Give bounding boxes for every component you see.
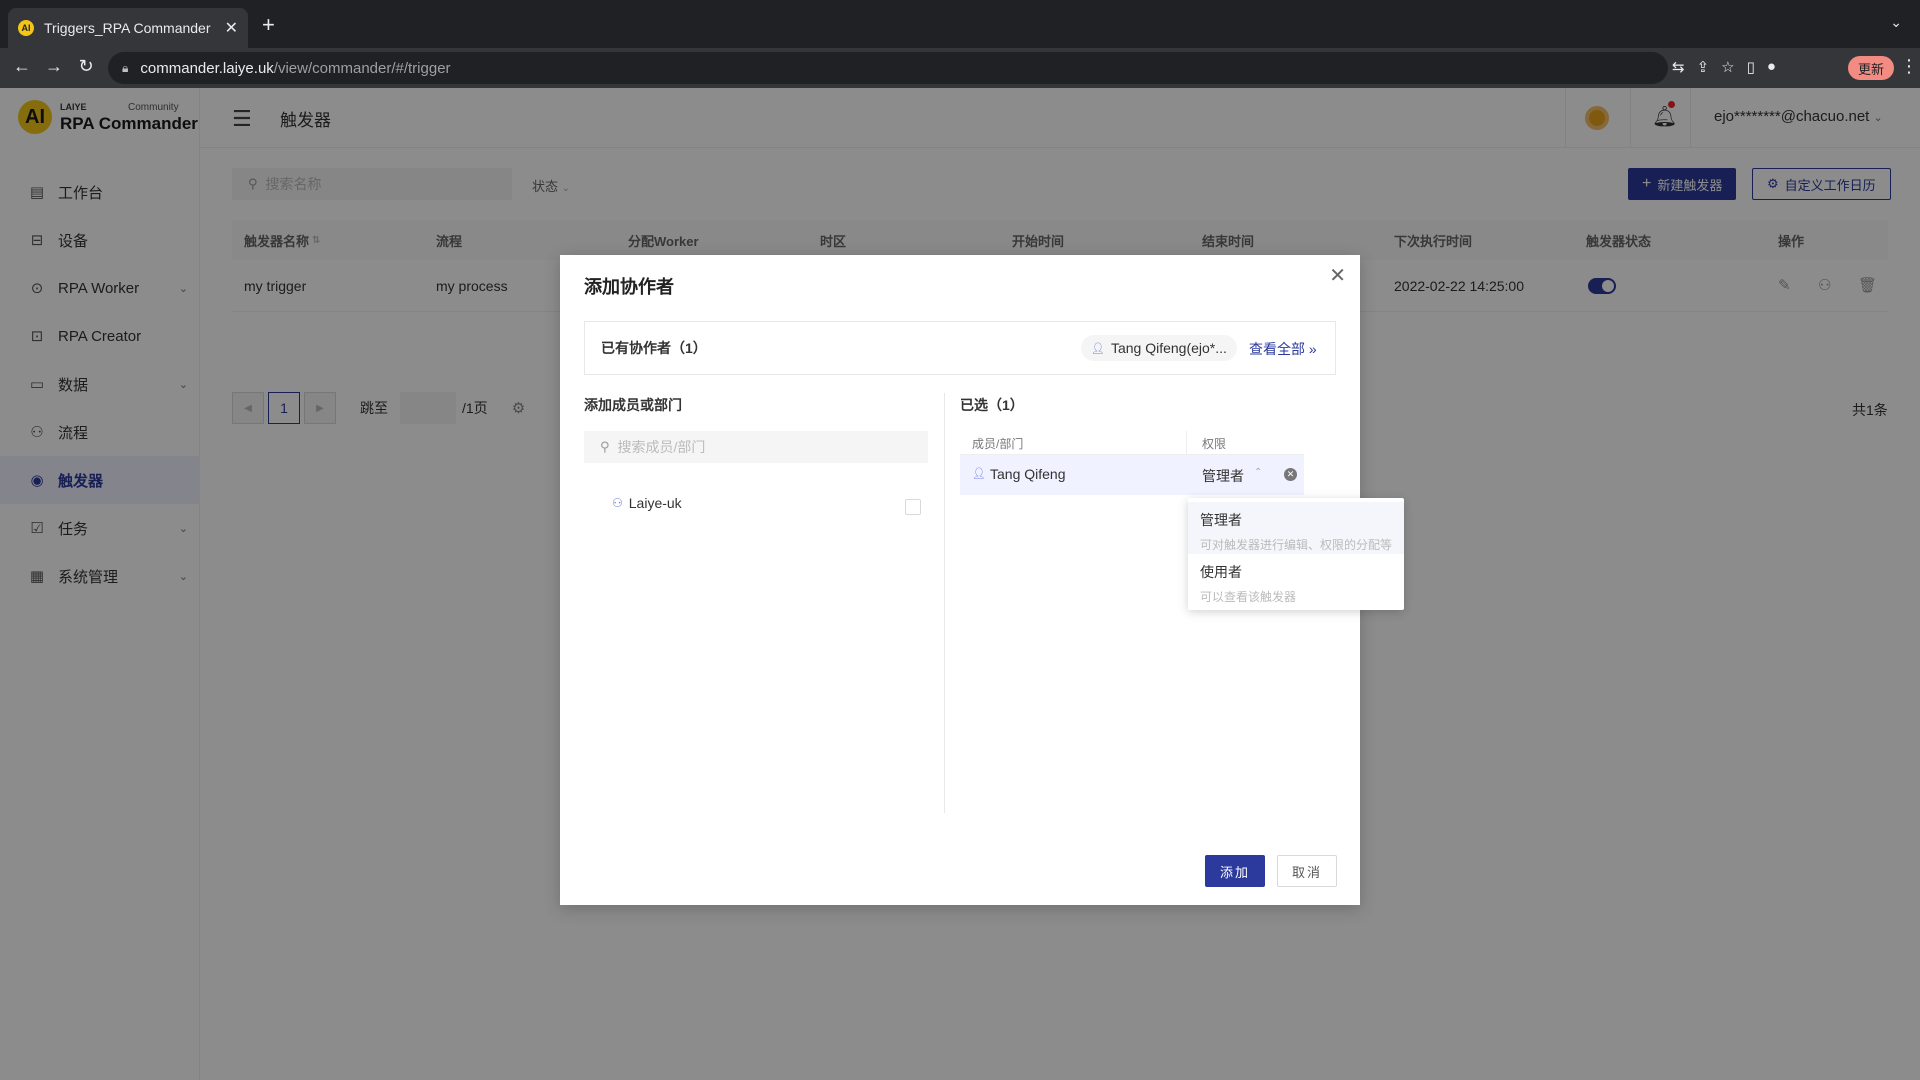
header-divider (1186, 431, 1187, 455)
role-option-admin[interactable]: 管理者 可对触发器进行编辑、权限的分配等 (1188, 502, 1404, 554)
back-icon[interactable]: ← (10, 56, 34, 77)
tab-title: Triggers_RPA Commander (44, 20, 211, 36)
browser-tab[interactable]: AI Triggers_RPA Commander ✕ (8, 8, 248, 48)
remove-member-icon[interactable]: ✕ (1284, 468, 1297, 481)
search-icon: ⚲ (600, 439, 610, 454)
collaborator-chip-label: Tang Qifeng(ejo*... (1110, 340, 1227, 356)
member-search-input[interactable]: ⚲ 搜索成员/部门 (584, 431, 928, 463)
tab-search-chevron-icon[interactable]: ⌄ (1890, 14, 1902, 31)
chevron-up-icon[interactable]: ⌃ (1254, 467, 1262, 478)
forward-icon[interactable]: → (42, 56, 66, 77)
selected-table-header: 成员/部门 权限 (960, 431, 1304, 455)
address-bar: ← → ↻ 🔒︎ commander.laiye.uk/view/command… (0, 48, 1920, 88)
add-button[interactable]: 添加 (1205, 855, 1265, 887)
new-tab-icon[interactable]: + (262, 12, 275, 38)
department-name: Laiye-uk (628, 495, 682, 511)
side-panel-icon[interactable]: ▯ (1747, 58, 1755, 76)
selected-title: 已选（1） (960, 397, 1024, 413)
browser-menu-icon[interactable]: ⋮ (1900, 56, 1918, 77)
selected-member-row: 👤︎ Tang Qifeng 管理者 ⌃ ✕ (960, 455, 1304, 495)
modal-title: 添加协作者 (584, 277, 674, 297)
browser-tabbar: AI Triggers_RPA Commander ✕ + ⌄ (0, 0, 1920, 48)
existing-collaborators: 已有协作者（1） 👤︎ Tang Qifeng(ejo*... 查看全部 » (584, 321, 1336, 375)
add-member-title: 添加成员或部门 (584, 397, 682, 413)
bookmark-star-icon[interactable]: ☆ (1721, 58, 1734, 76)
department-item[interactable]: ⚇ Laiye-uk (612, 495, 682, 511)
translate-icon[interactable]: ⇆ (1672, 58, 1685, 76)
existing-label: 已有协作者（1） (601, 340, 707, 356)
selected-member-name: Tang Qifeng (990, 466, 1066, 482)
share-icon[interactable]: ⇪ (1697, 58, 1710, 76)
member-search-placeholder: 搜索成员/部门 (617, 439, 706, 455)
view-all-link[interactable]: 查看全部 » (1249, 339, 1317, 359)
person-icon: 👤︎ (972, 468, 986, 480)
role-option-desc: 可对触发器进行编辑、权限的分配等 (1200, 538, 1393, 552)
role-option-label: 管理者 (1200, 512, 1242, 528)
person-icon: 👤︎ (1091, 342, 1105, 355)
department-checkbox[interactable] (905, 499, 921, 515)
role-option-user[interactable]: 使用者 可以查看该触发器 (1188, 554, 1404, 606)
lock-icon: 🔒︎ (122, 60, 129, 75)
url-field[interactable]: 🔒︎ commander.laiye.uk/view/commander/#/t… (108, 52, 1668, 84)
column-header: 权限 (1202, 437, 1227, 451)
reload-icon[interactable]: ↻ (74, 56, 98, 77)
department-icon: ⚇ (612, 496, 623, 510)
collaborator-chip: 👤︎ Tang Qifeng(ejo*... (1081, 335, 1237, 361)
panel-divider (944, 393, 945, 813)
role-option-desc: 可以查看该触发器 (1200, 590, 1297, 604)
url-host: commander.laiye.uk (140, 59, 274, 77)
cancel-button[interactable]: 取消 (1277, 855, 1337, 887)
add-collaborator-modal: ✕ 添加协作者 已有协作者（1） 👤︎ Tang Qifeng(ejo*... … (560, 255, 1404, 905)
role-option-label: 使用者 (1200, 564, 1242, 580)
site-favicon-icon: AI (18, 20, 34, 36)
role-dropdown: 管理者 可对触发器进行编辑、权限的分配等 使用者 可以查看该触发器 (1188, 498, 1404, 610)
browser-update-button[interactable]: 更新 (1848, 56, 1895, 80)
profile-icon[interactable]: ● (1767, 58, 1776, 76)
role-select[interactable]: 管理者 (1202, 466, 1244, 486)
column-header: 成员/部门 (972, 437, 1024, 451)
close-icon[interactable]: ✕ (1329, 263, 1346, 288)
tab-close-icon[interactable]: ✕ (225, 18, 238, 38)
url-path: /view/commander/#/trigger (273, 59, 451, 77)
